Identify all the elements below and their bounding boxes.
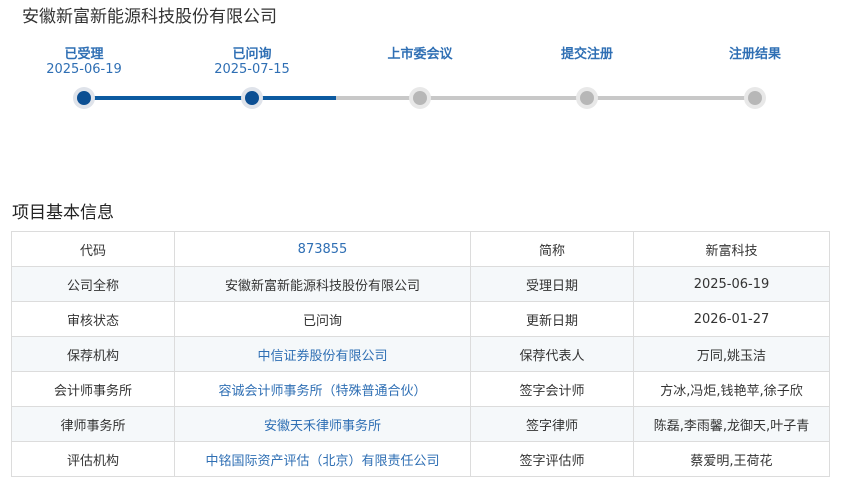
value-signing-lawyer: 陈磊,李雨馨,龙御天,叶子青 bbox=[633, 406, 830, 442]
label-signing-appraiser: 签字评估师 bbox=[470, 441, 634, 477]
step-label-inquired: 已问询 bbox=[232, 47, 272, 62]
value-update-date: 2026-01-27 bbox=[633, 301, 830, 337]
step-label-submit-registration: 提交注册 bbox=[560, 47, 613, 62]
label-full-name: 公司全称 bbox=[11, 266, 175, 302]
step-label-listing-committee: 上市委会议 bbox=[387, 47, 453, 62]
progress-steps: 已受理 2025-06-19 已问询 2025-07-15 上市委会议 提交注册… bbox=[0, 0, 842, 130]
table-row: 保荐机构 中信证券股份有限公司 保荐代表人 万同,姚玉洁 bbox=[11, 336, 830, 372]
step-dot-registration-result bbox=[748, 91, 762, 105]
project-info-table: 代码 873855 简称 新富科技 公司全称 安徽新富新能源科技股份有限公司 受… bbox=[11, 231, 830, 477]
step-dot-submit-registration bbox=[580, 91, 594, 105]
label-accept-date: 受理日期 bbox=[470, 266, 634, 302]
step-date-inquired: 2025-07-15 bbox=[214, 62, 290, 77]
value-code-link[interactable]: 873855 bbox=[174, 231, 471, 267]
label-accounting-firm: 会计师事务所 bbox=[11, 371, 175, 407]
value-accept-date: 2025-06-19 bbox=[633, 266, 830, 302]
table-row: 审核状态 已问询 更新日期 2026-01-27 bbox=[11, 301, 830, 337]
table-row: 会计师事务所 容诚会计师事务所（特殊普通合伙） 签字会计师 方冰,冯炬,钱艳苹,… bbox=[11, 371, 830, 407]
label-update-date: 更新日期 bbox=[470, 301, 634, 337]
table-row: 律师事务所 安徽天禾律师事务所 签字律师 陈磊,李雨馨,龙御天,叶子青 bbox=[11, 406, 830, 442]
label-sponsor: 保荐机构 bbox=[11, 336, 175, 372]
value-signing-accountant: 方冰,冯炬,钱艳苹,徐子欣 bbox=[633, 371, 830, 407]
label-review-status: 审核状态 bbox=[11, 301, 175, 337]
label-appraisal-firm: 评估机构 bbox=[11, 441, 175, 477]
value-law-firm-link[interactable]: 安徽天禾律师事务所 bbox=[174, 406, 471, 442]
label-law-firm: 律师事务所 bbox=[11, 406, 175, 442]
label-signing-accountant: 签字会计师 bbox=[470, 371, 634, 407]
value-short-name: 新富科技 bbox=[633, 231, 830, 267]
step-label-registration-result: 注册结果 bbox=[728, 47, 781, 62]
value-review-status: 已问询 bbox=[174, 301, 471, 337]
value-sponsor-link[interactable]: 中信证券股份有限公司 bbox=[174, 336, 471, 372]
label-short-name: 简称 bbox=[470, 231, 634, 267]
progress-track-completed bbox=[84, 96, 336, 100]
value-accounting-firm-link[interactable]: 容诚会计师事务所（特殊普通合伙） bbox=[174, 371, 471, 407]
step-dot-inquired bbox=[245, 91, 259, 105]
label-code: 代码 bbox=[11, 231, 175, 267]
value-signing-appraiser: 蔡爱明,王荷花 bbox=[633, 441, 830, 477]
table-row: 评估机构 中铭国际资产评估（北京）有限责任公司 签字评估师 蔡爱明,王荷花 bbox=[11, 441, 830, 477]
value-full-name: 安徽新富新能源科技股份有限公司 bbox=[174, 266, 471, 302]
step-date-accepted: 2025-06-19 bbox=[46, 62, 122, 77]
step-dot-listing-committee bbox=[413, 91, 427, 105]
label-signing-lawyer: 签字律师 bbox=[470, 406, 634, 442]
step-dot-accepted bbox=[77, 91, 91, 105]
section-title: 项目基本信息 bbox=[12, 203, 114, 223]
label-sponsor-rep: 保荐代表人 bbox=[470, 336, 634, 372]
value-sponsor-rep: 万同,姚玉洁 bbox=[633, 336, 830, 372]
step-label-accepted: 已受理 bbox=[64, 47, 104, 62]
value-appraisal-firm-link[interactable]: 中铭国际资产评估（北京）有限责任公司 bbox=[174, 441, 471, 477]
table-row: 公司全称 安徽新富新能源科技股份有限公司 受理日期 2025-06-19 bbox=[11, 266, 830, 302]
table-row: 代码 873855 简称 新富科技 bbox=[11, 231, 830, 267]
